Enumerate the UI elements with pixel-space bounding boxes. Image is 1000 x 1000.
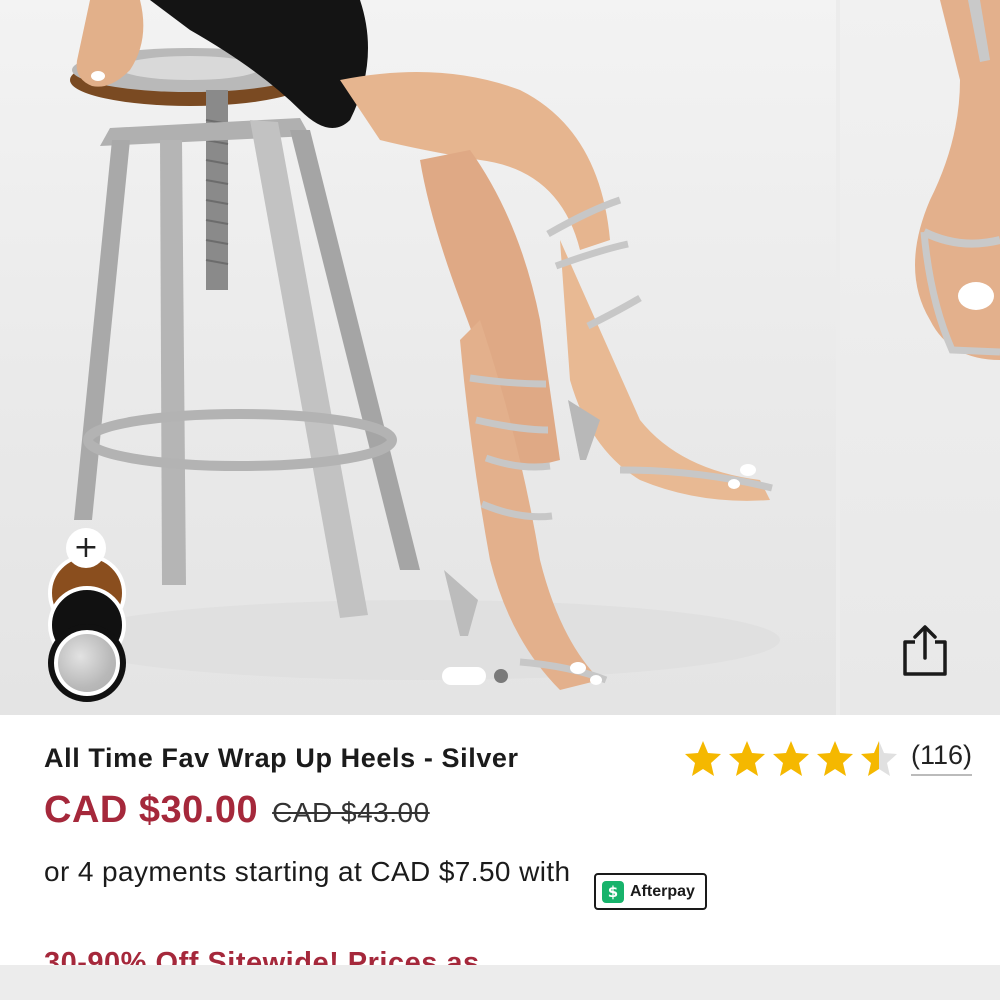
star-icon <box>685 741 721 776</box>
product-info: All Time Fav Wrap Up Heels - Silver (116… <box>0 715 1000 1000</box>
gallery-pagination <box>442 666 508 686</box>
product-photo-next-illustration <box>915 0 1000 360</box>
afterpay-button[interactable]: $ Afterpay <box>594 873 707 910</box>
product-title: All Time Fav Wrap Up Heels - Silver <box>44 743 519 773</box>
share-icon <box>903 625 947 676</box>
original-price: CAD $43.00 <box>272 797 430 828</box>
star-icon <box>861 741 897 776</box>
bottom-bar <box>0 965 1000 1000</box>
color-swatches: + <box>44 528 134 702</box>
sale-price: CAD $30.00 <box>44 789 259 831</box>
afterpay-icon: $ <box>602 880 624 903</box>
price-row: CAD $30.00 CAD $43.00 <box>44 789 430 832</box>
rating-stars <box>683 739 899 777</box>
gallery-dot[interactable] <box>494 669 508 683</box>
review-count-link[interactable]: (116) <box>911 740 973 776</box>
product-image-gallery[interactable]: + <box>0 0 1000 715</box>
gallery-dot-active[interactable] <box>442 667 486 685</box>
installment-text: or 4 payments starting at CAD $7.50 with <box>44 856 571 887</box>
swatch-silver-selected[interactable] <box>48 624 126 702</box>
star-icon <box>729 741 765 776</box>
product-rating[interactable]: (116) <box>683 739 973 777</box>
more-colors-button[interactable]: + <box>66 528 106 568</box>
product-photo-next[interactable] <box>840 0 1000 715</box>
star-icon <box>773 741 809 776</box>
share-button[interactable] <box>896 622 954 680</box>
afterpay-label: Afterpay <box>630 882 695 900</box>
star-icon <box>817 741 853 776</box>
